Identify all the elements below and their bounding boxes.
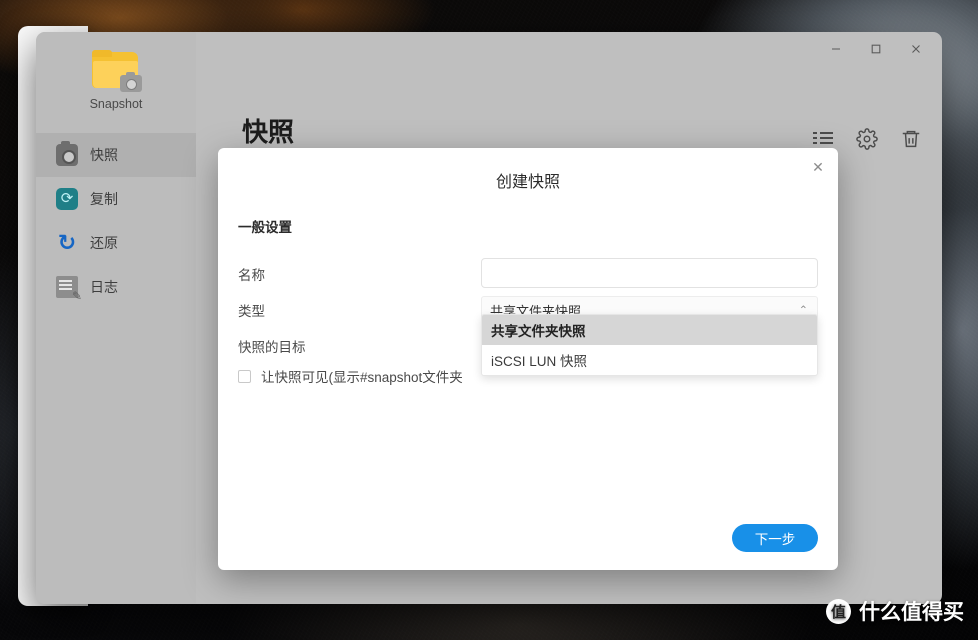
log-icon	[56, 276, 82, 303]
close-icon[interactable]	[896, 34, 936, 64]
sidebar-item-label: 还原	[90, 235, 118, 251]
sidebar-item-restore[interactable]: 还原	[36, 221, 196, 265]
maximize-icon[interactable]	[856, 34, 896, 64]
type-dropdown-list[interactable]: 共享文件夹快照 iSCSI LUN 快照	[481, 314, 818, 376]
visible-snapshot-checkbox[interactable]	[238, 369, 251, 383]
sidebar-item-label: 复制	[90, 191, 118, 207]
dialog-title: 创建快照	[495, 174, 560, 191]
type-field-label: 类型	[238, 304, 265, 319]
sidebar-item-log[interactable]: 日志	[36, 265, 196, 309]
trash-icon[interactable]	[900, 128, 922, 150]
general-settings-label: 一般设置	[238, 220, 292, 235]
sidebar-item-snapshot[interactable]: 快照	[36, 133, 196, 177]
watermark: 值 什么值得买	[826, 596, 964, 626]
content-toolbar	[812, 128, 922, 150]
sidebar-item-label: 快照	[90, 147, 118, 163]
sidebar-item-label: 日志	[90, 279, 118, 295]
watermark-logo-icon: 值	[826, 598, 851, 624]
next-button[interactable]: 下一步	[732, 524, 818, 552]
sidebar: Snapshot 快照 复制 还原 日志	[36, 32, 196, 604]
sidebar-item-replicate[interactable]: 复制	[36, 177, 196, 221]
camera-icon	[56, 141, 78, 166]
list-view-icon[interactable]	[812, 128, 834, 150]
window-title-bar	[36, 32, 942, 66]
type-option-shared-folder[interactable]: 共享文件夹快照	[482, 315, 817, 345]
replicate-icon	[56, 188, 78, 210]
minimize-icon[interactable]	[816, 34, 856, 64]
visible-snapshot-label: 让快照可见(显示#snapshot文件夹	[261, 370, 463, 385]
gear-icon[interactable]	[856, 128, 878, 150]
name-input[interactable]	[481, 258, 818, 288]
snapshot-application-window: Snapshot 快照 复制 还原 日志 快照	[36, 32, 942, 604]
create-snapshot-dialog: ✕ 创建快照 一般设置 名称 类型 共享文件夹快照 ⌃ 快照的目标 让快照可见(…	[218, 148, 838, 570]
visible-snapshot-checkbox-row[interactable]: 让快照可见(显示#snapshot文件夹	[238, 366, 463, 386]
app-name-label: Snapshot	[89, 97, 143, 111]
type-option-iscsi-lun[interactable]: iSCSI LUN 快照	[482, 345, 817, 375]
watermark-text: 什么值得买	[859, 601, 964, 624]
name-field-control	[481, 258, 818, 288]
page-title: 快照	[242, 117, 295, 147]
dialog-close-icon[interactable]: ✕	[808, 157, 828, 177]
name-field-label: 名称	[238, 268, 265, 283]
target-field-label: 快照的目标	[238, 340, 306, 355]
restore-icon	[56, 232, 78, 254]
